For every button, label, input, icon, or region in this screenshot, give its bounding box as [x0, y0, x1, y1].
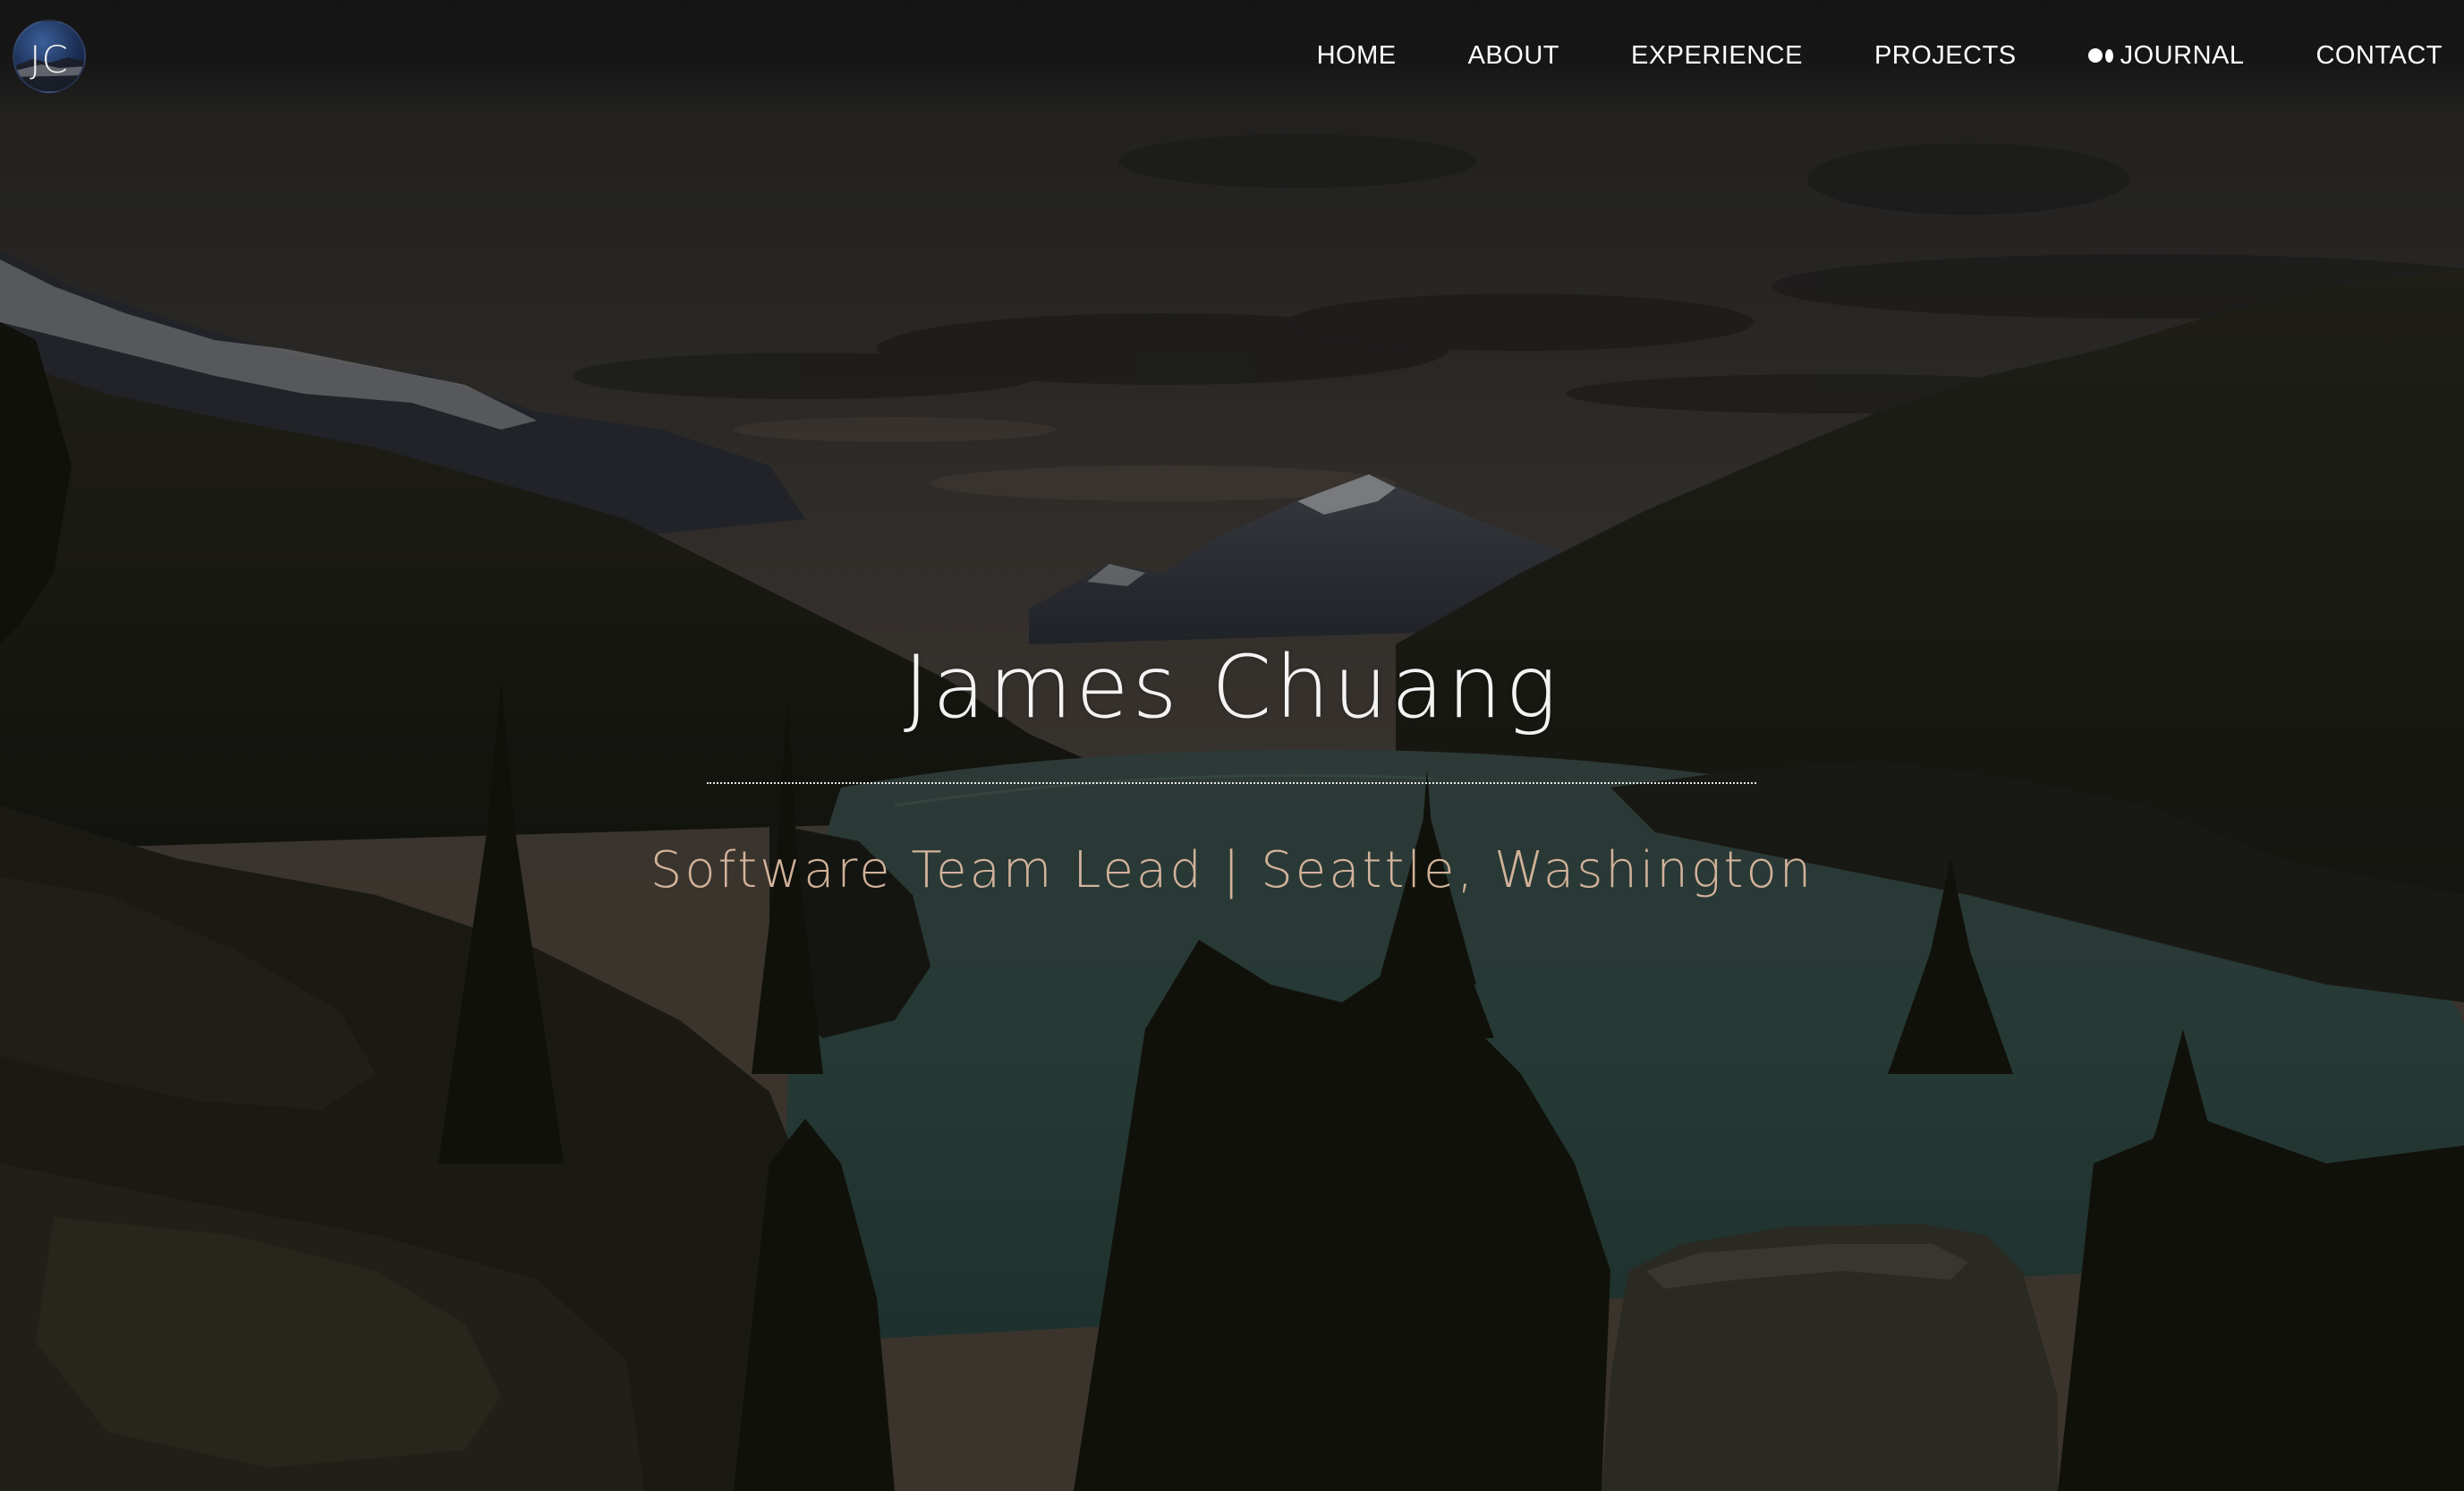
- nav-projects-label: PROJECTS: [1873, 41, 2017, 70]
- nav-about[interactable]: ABOUT: [1468, 39, 1559, 72]
- main-nav: HOME ABOUT EXPERIENCE PROJECTS JOURNAL C…: [1317, 39, 2443, 72]
- nav-home[interactable]: HOME: [1317, 39, 1397, 72]
- nav-journal[interactable]: JOURNAL: [2087, 39, 2245, 72]
- nav-contact[interactable]: CONTACT: [2315, 39, 2443, 72]
- nav-experience[interactable]: EXPERIENCE: [1631, 39, 1803, 72]
- medium-icon: [2087, 48, 2113, 63]
- logo-avatar[interactable]: JC: [13, 20, 86, 93]
- hero-dark-overlay: [0, 0, 2464, 1491]
- hero-subtitle: Software Team Lead | Seattle, Washington: [650, 841, 1814, 899]
- hero-section: [0, 0, 2464, 1491]
- nav-home-label: HOME: [1316, 41, 1397, 70]
- nav-about-label: ABOUT: [1467, 41, 1559, 70]
- nav-experience-label: EXPERIENCE: [1630, 41, 1803, 70]
- top-navigation-bar: JC HOME ABOUT EXPERIENCE PROJECTS JOURNA…: [0, 0, 2464, 111]
- logo-text: JC: [30, 38, 69, 81]
- nav-journal-label: JOURNAL: [2120, 41, 2245, 70]
- hero-divider: [707, 782, 1756, 784]
- nav-projects[interactable]: PROJECTS: [1874, 39, 2017, 72]
- hero-title: James Chuang: [903, 637, 1561, 737]
- nav-contact-label: CONTACT: [2315, 41, 2443, 70]
